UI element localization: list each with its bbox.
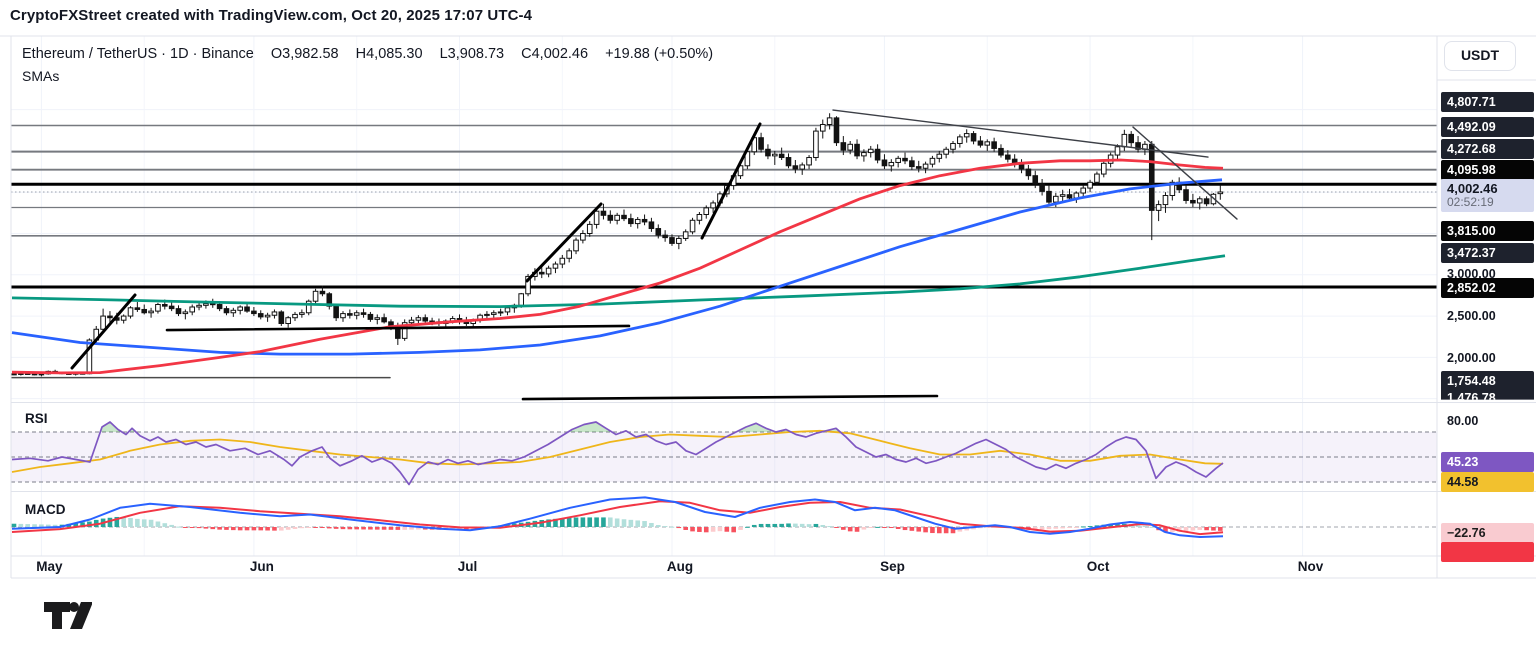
price-label: 4,807.71 (1441, 92, 1534, 112)
price-label: 2,000.00 (1441, 348, 1534, 368)
rsi-pane-label[interactable]: RSI (25, 411, 48, 426)
month-label-sep: Sep (880, 559, 905, 574)
price-label: 3,815.00 (1441, 221, 1534, 241)
price-label: 44.58 (1441, 472, 1534, 492)
price-label: 3,472.37 (1441, 243, 1534, 263)
price-label: 80.00 (1441, 411, 1534, 431)
macd-pane-label[interactable]: MACD (25, 502, 66, 517)
macd-value-badge (1441, 542, 1534, 562)
month-label-jul: Jul (458, 559, 478, 574)
ohlc-high: H4,085.30 (356, 46, 423, 62)
month-label-may: May (36, 559, 62, 574)
currency-toggle-button[interactable]: USDT (1444, 41, 1516, 71)
month-label-oct: Oct (1087, 559, 1110, 574)
price-label: 4,272.68 (1441, 139, 1534, 159)
last-price-value: 4,002.46 (1447, 181, 1534, 196)
tradingview-snapshot: CryptoFXStreet created with TradingView.… (0, 0, 1536, 661)
bar-countdown: 02:52:19 (1447, 196, 1534, 209)
last-price-badge: 4,002.4602:52:19 (1441, 179, 1534, 212)
price-label: 2,500.00 (1441, 306, 1534, 326)
month-label-nov: Nov (1298, 559, 1324, 574)
credit-line: CryptoFXStreet created with TradingView.… (10, 7, 532, 24)
price-label: 2,852.02 (1441, 278, 1534, 298)
month-label-jun: Jun (250, 559, 274, 574)
ohlc-change: +19.88 (+0.50%) (605, 46, 713, 62)
price-label: −22.76 (1441, 523, 1534, 543)
ohlc-open: O3,982.58 (271, 46, 339, 62)
month-label-aug: Aug (667, 559, 693, 574)
price-label: 45.23 (1441, 452, 1534, 472)
sma-indicator-legend[interactable]: SMAs (22, 68, 59, 84)
symbol-title[interactable]: Ethereum / TetherUS · 1D · Binance (22, 46, 254, 62)
ohlc-low: L3,908.73 (440, 46, 505, 62)
ohlc-close: C4,002.46 (521, 46, 588, 62)
tradingview-logo-icon (0, 594, 92, 640)
chart-legend[interactable]: Ethereum / TetherUS · 1D · Binance O3,98… (22, 46, 726, 62)
price-label: 4,095.98 (1441, 160, 1534, 180)
price-label: 4,492.09 (1441, 117, 1534, 137)
